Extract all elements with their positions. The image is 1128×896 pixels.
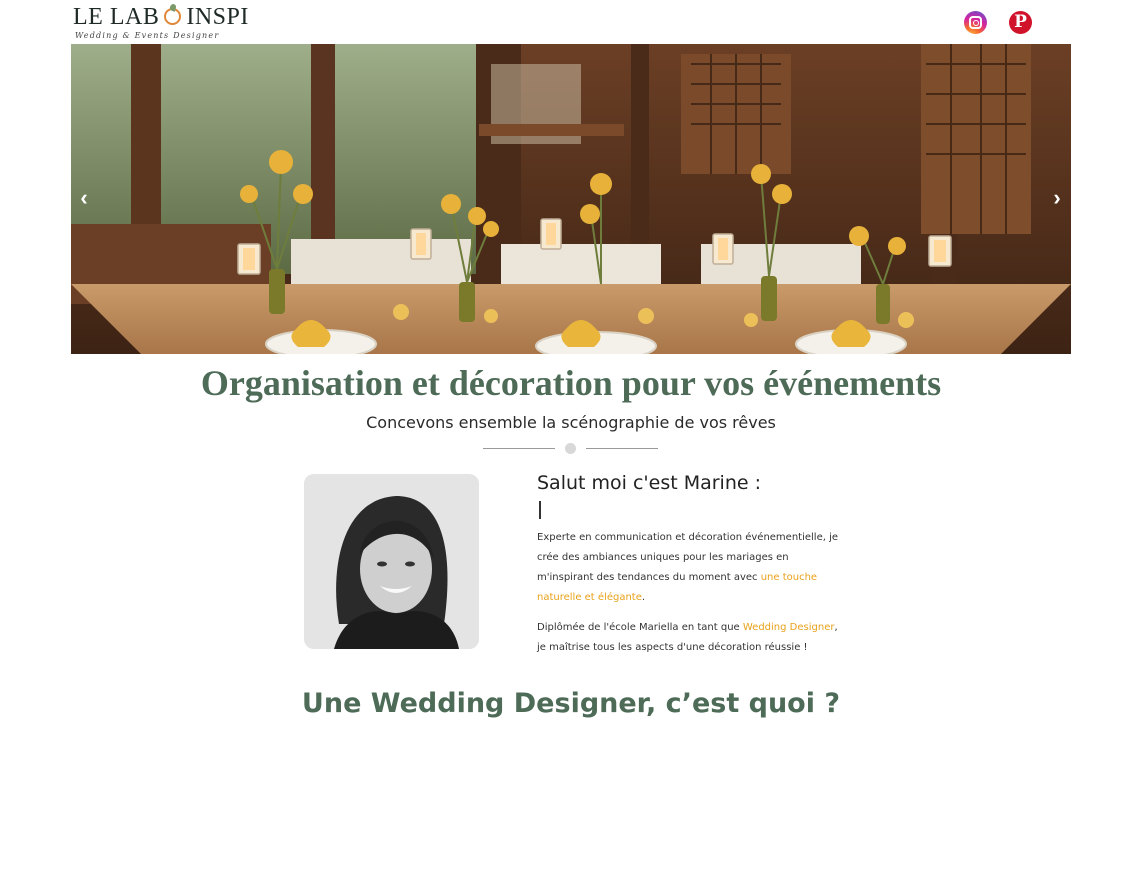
page-title: Organisation et décoration pour vos évén… xyxy=(200,363,942,403)
intro-heading: Salut moi c'est Marine : xyxy=(537,472,762,494)
hero-slider xyxy=(71,44,1071,354)
intro-p2-highlight: Wedding Designer xyxy=(742,622,835,633)
site-logo[interactable]: LE LAB INSPI Wedding & Events Designer xyxy=(73,4,248,42)
slider-next-arrow-icon[interactable]: › xyxy=(1049,186,1065,210)
slider-prev-arrow-icon[interactable]: ‹ xyxy=(76,186,92,210)
intro-p2-text: Diplômée de l'école Mariella en tant que xyxy=(537,622,743,633)
divider-line-right xyxy=(586,448,658,449)
portrait-photo xyxy=(304,474,479,649)
section-title: Une Wedding Designer, c’est quoi ? xyxy=(301,688,841,719)
typing-cursor xyxy=(539,501,541,519)
site-header: LE LAB INSPI Wedding & Events Designer P xyxy=(0,0,1128,44)
logo-text-left: LE LAB xyxy=(73,4,160,30)
pinterest-icon[interactable]: P xyxy=(1009,11,1032,34)
intro-p1-end: . xyxy=(641,592,646,603)
divider-dot xyxy=(565,443,576,454)
intro-paragraph-2: Diplômée de l'école Mariella en tant que… xyxy=(537,618,842,658)
logo-tagline: Wedding & Events Designer xyxy=(75,31,220,40)
portrait-image xyxy=(304,474,479,649)
divider-line-left xyxy=(483,448,555,449)
logo-text-right: INSPI xyxy=(186,4,249,30)
hero-image xyxy=(71,44,1071,354)
logo-wordmark: LE LAB INSPI xyxy=(73,4,249,31)
intro-paragraph-1: Experte en communication et décoration é… xyxy=(537,528,842,608)
page-subtitle: Concevons ensemble la scénographie de vo… xyxy=(366,413,776,432)
instagram-icon[interactable] xyxy=(964,11,987,34)
logo-orange-icon xyxy=(164,8,182,25)
